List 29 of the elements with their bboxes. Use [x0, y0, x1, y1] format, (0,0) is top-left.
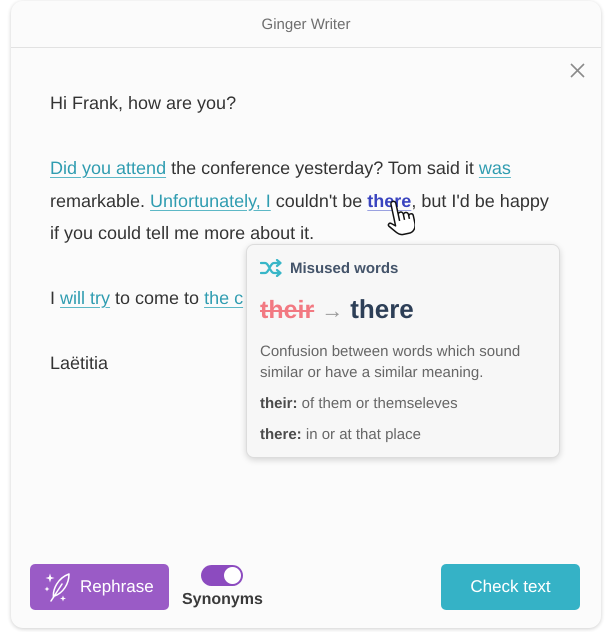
suggestion-link[interactable]: the c: [204, 288, 244, 308]
rephrase-button[interactable]: Rephrase: [30, 564, 169, 610]
feather-sparkle-icon: [44, 572, 70, 602]
definition-text: their: of them or themseleves: [260, 394, 459, 414]
body-text: , but I'd be happy: [411, 190, 549, 210]
category-label: Misused words: [290, 260, 398, 276]
shuffle-icon: [260, 259, 282, 277]
suggestion-link[interactable]: was: [478, 158, 511, 178]
body-text: couldn't be: [274, 190, 364, 210]
body-text: Laëtitia: [50, 353, 108, 373]
definition-text: there: in or at that place: [260, 425, 422, 445]
close-icon[interactable]: [570, 63, 585, 78]
body-text: I: [50, 288, 56, 308]
toggle-label: Synonyms: [182, 590, 263, 610]
description-text: Confusion between words which sound similar or have a similar meaning.: [260, 342, 522, 383]
body-text: remarkable.: [50, 190, 146, 210]
arrow-icon: →: [321, 298, 344, 324]
suggestion-link[interactable]: will try: [60, 288, 110, 308]
body-text: the conference yesterday? Tom said it: [170, 158, 475, 178]
suggestion-link[interactable]: Did you attend: [50, 158, 166, 178]
check-text-button[interactable]: Check text: [441, 564, 580, 610]
original-word: their: [260, 296, 314, 325]
body-text: to come to: [114, 288, 200, 308]
replacement-word[interactable]: there: [350, 294, 414, 325]
synonyms-toggle[interactable]: [201, 565, 244, 586]
suggestion-link[interactable]: Unfortunately, I: [150, 190, 271, 210]
body-text: Hi Frank, how are you?: [50, 93, 236, 113]
window-title: Ginger Writer: [262, 16, 350, 32]
body-text: if you could tell me more about it.: [50, 223, 314, 243]
